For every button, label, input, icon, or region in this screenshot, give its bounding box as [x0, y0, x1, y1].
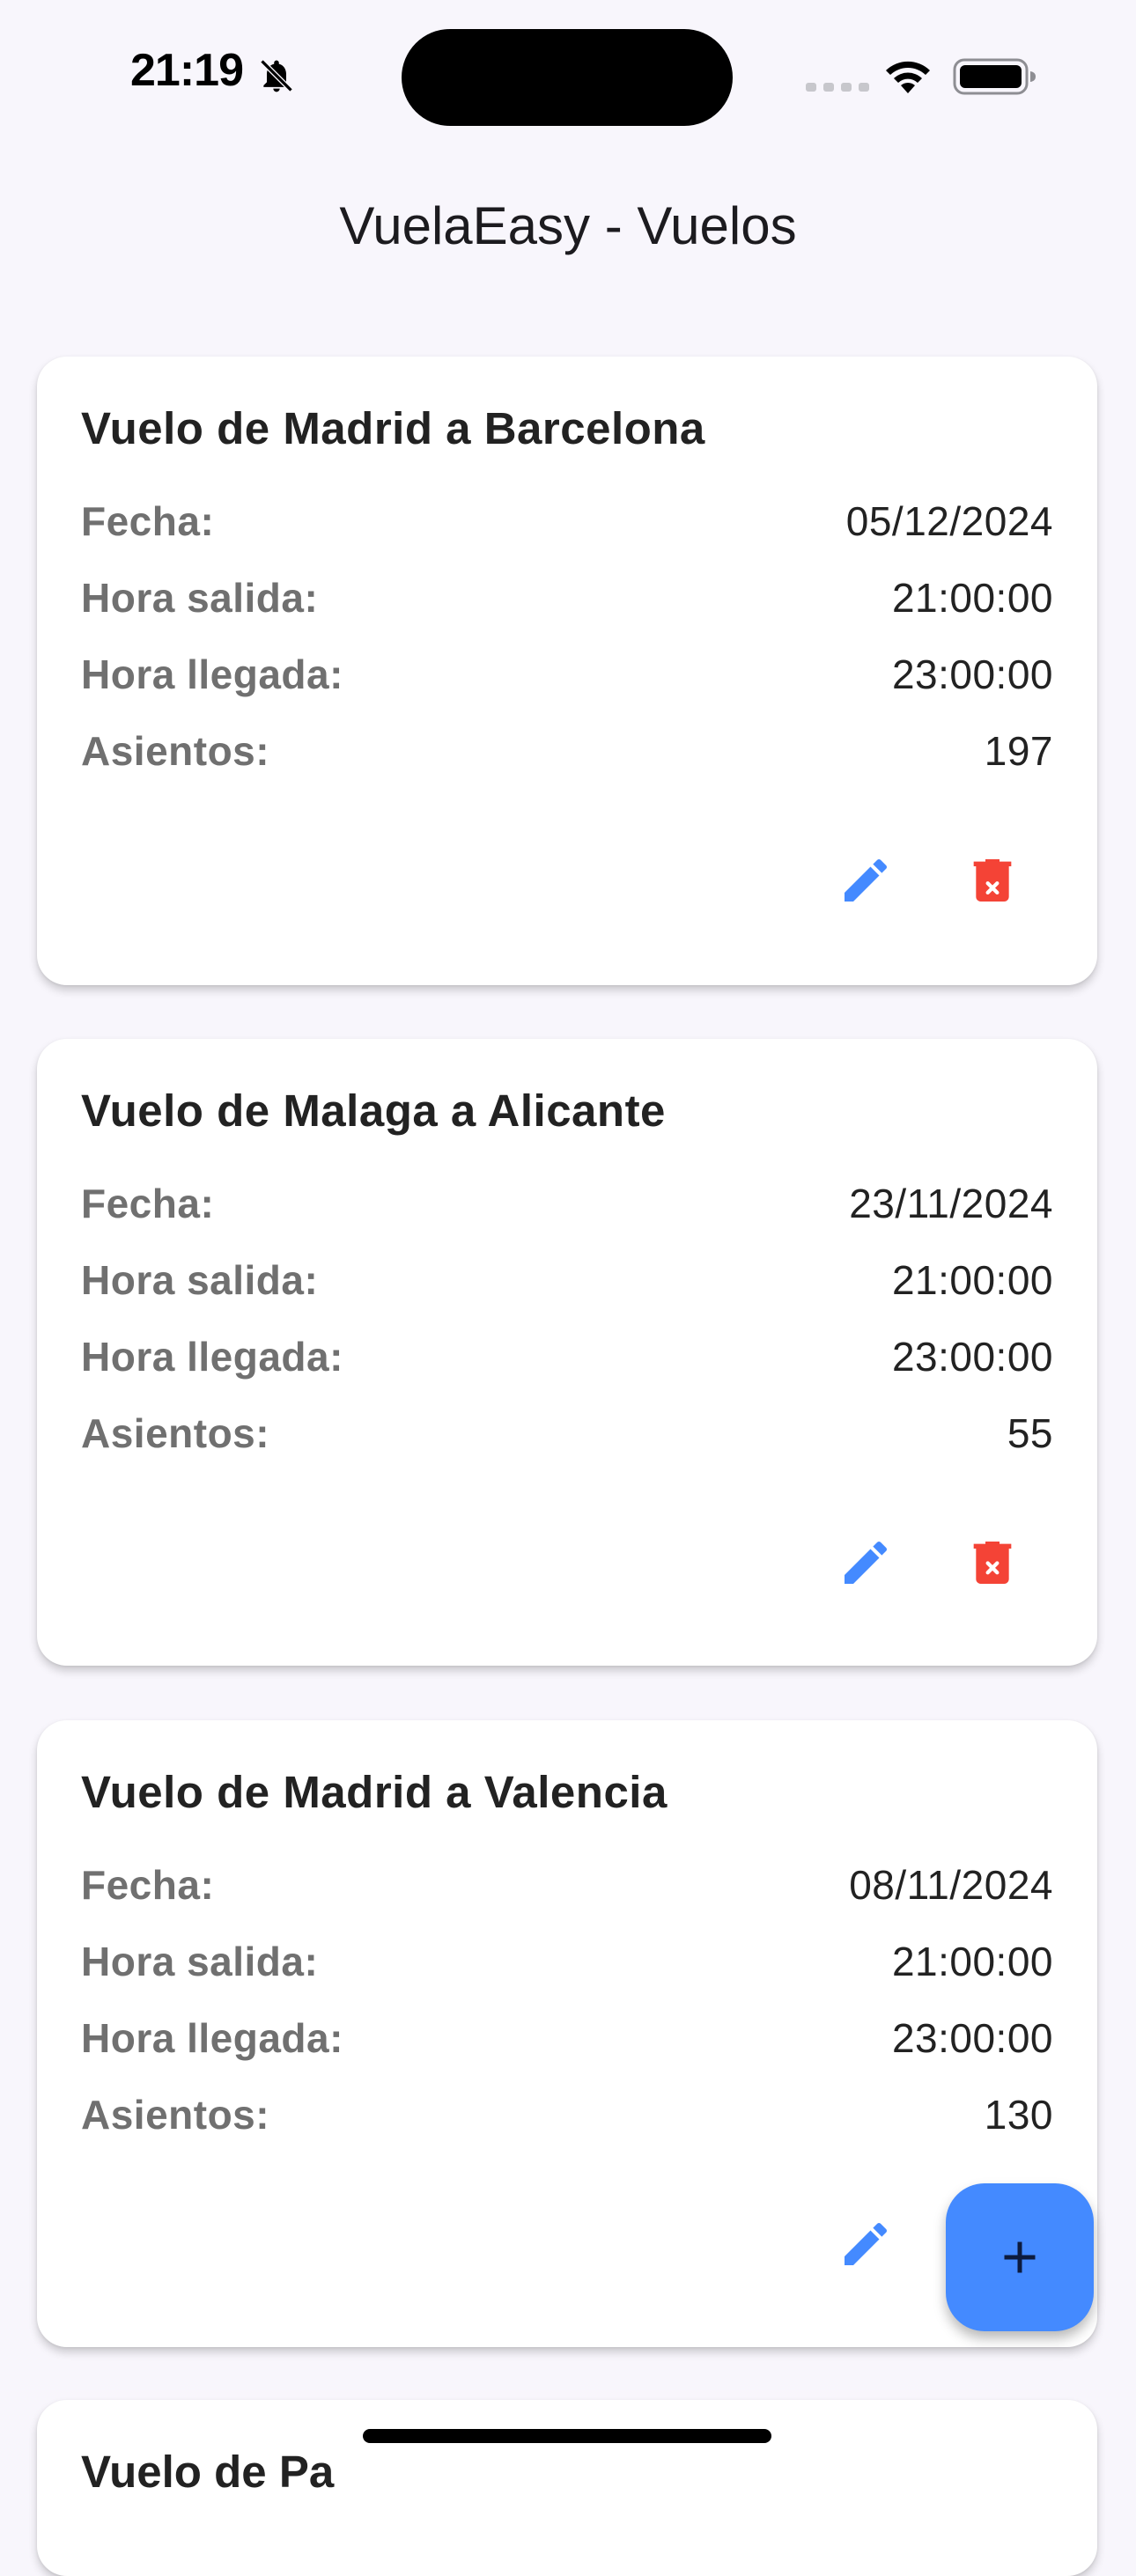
delete-icon	[973, 859, 1012, 902]
seats-label: Asientos:	[81, 2092, 270, 2138]
departure-value: 21:00:00	[891, 1939, 1053, 1984]
departure-label: Hora salida:	[81, 1939, 319, 1984]
delete-button[interactable]	[953, 1523, 1032, 1602]
edit-button[interactable]	[826, 841, 905, 920]
status-time: 21:19	[130, 45, 244, 96]
seats-value: 197	[984, 728, 1053, 774]
status-bar: 21:19	[0, 0, 1136, 150]
departure-value: 21:00:00	[891, 1257, 1053, 1303]
delete-icon	[973, 1542, 1012, 1584]
departure-value: 21:00:00	[891, 575, 1053, 621]
page-title: VuelaEasy - Vuelos	[339, 196, 797, 255]
date-label: Fecha:	[81, 1181, 215, 1226]
edit-button[interactable]	[826, 1523, 905, 1602]
arrival-row: Hora llegada: 23:00:00	[81, 651, 1053, 703]
delete-button[interactable]	[953, 841, 1032, 920]
flight-card[interactable]: Vuelo de Madrid a Barcelona Fecha: 05/12…	[37, 357, 1097, 985]
date-row: Fecha: 05/12/2024	[81, 497, 1053, 550]
home-indicator[interactable]	[363, 2429, 771, 2443]
date-row: Fecha: 08/11/2024	[81, 1861, 1053, 1914]
date-label: Fecha:	[81, 498, 215, 544]
flight-card[interactable]: Vuelo de Malaga a Alicante Fecha: 23/11/…	[37, 1039, 1097, 1666]
departure-row: Hora salida: 21:00:00	[81, 574, 1053, 627]
signal-icon	[806, 83, 869, 92]
edit-icon	[845, 1541, 888, 1584]
dynamic-island	[402, 29, 733, 126]
seats-label: Asientos:	[81, 728, 270, 774]
flight-card[interactable]: Vuelo de Madrid a Valencia Fecha: 08/11/…	[37, 1720, 1097, 2347]
wifi-icon	[886, 61, 930, 93]
date-label: Fecha:	[81, 1862, 215, 1908]
add-icon	[1004, 2241, 1036, 2273]
arrival-label: Hora llegada:	[81, 651, 343, 697]
battery-icon	[953, 58, 1036, 95]
flight-title: Vuelo de Madrid a Barcelona	[81, 403, 705, 453]
arrival-value: 23:00:00	[891, 1334, 1053, 1380]
edit-button[interactable]	[826, 2204, 905, 2284]
seats-row: Asientos: 55	[81, 1409, 1053, 1462]
flight-title: Vuelo de Pa	[81, 2447, 335, 2497]
edit-icon	[845, 2222, 888, 2265]
departure-label: Hora salida:	[81, 1257, 319, 1303]
arrival-row: Hora llegada: 23:00:00	[81, 2014, 1053, 2067]
flight-title: Vuelo de Malaga a Alicante	[81, 1086, 666, 1136]
seats-label: Asientos:	[81, 1410, 270, 1456]
bell-slash-icon	[260, 59, 293, 92]
flight-card[interactable]: Vuelo de Pa	[37, 2400, 1097, 2576]
seats-value: 55	[1007, 1410, 1053, 1456]
edit-icon	[845, 858, 888, 902]
seats-value: 130	[984, 2092, 1053, 2138]
date-value: 05/12/2024	[845, 498, 1053, 544]
flight-title: Vuelo de Madrid a Valencia	[81, 1767, 668, 1817]
add-flight-button[interactable]	[946, 2183, 1094, 2331]
seats-row: Asientos: 130	[81, 2091, 1053, 2144]
arrival-label: Hora llegada:	[81, 1334, 343, 1380]
arrival-value: 23:00:00	[891, 651, 1053, 697]
arrival-label: Hora llegada:	[81, 2015, 343, 2061]
date-value: 08/11/2024	[849, 1862, 1053, 1908]
arrival-value: 23:00:00	[891, 2015, 1053, 2061]
date-row: Fecha: 23/11/2024	[81, 1180, 1053, 1233]
departure-label: Hora salida:	[81, 575, 319, 621]
departure-row: Hora salida: 21:00:00	[81, 1256, 1053, 1309]
arrival-row: Hora llegada: 23:00:00	[81, 1333, 1053, 1386]
seats-row: Asientos: 197	[81, 727, 1053, 780]
date-value: 23/11/2024	[849, 1181, 1053, 1226]
departure-row: Hora salida: 21:00:00	[81, 1938, 1053, 1991]
